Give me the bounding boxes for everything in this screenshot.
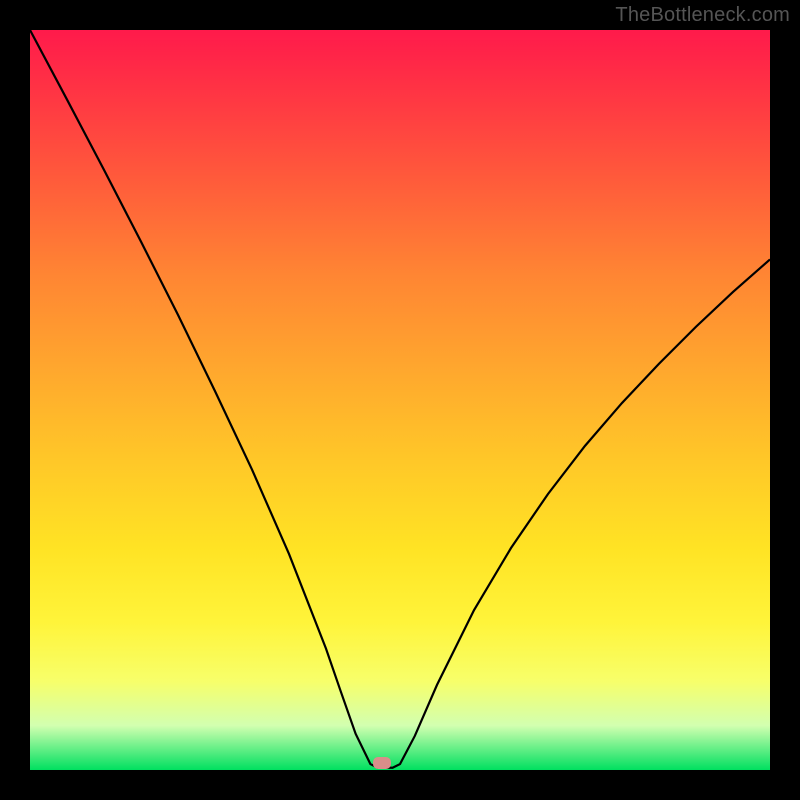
plot-outer: [30, 30, 770, 770]
chart-frame: TheBottleneck.com: [0, 0, 800, 800]
watermark-text: TheBottleneck.com: [615, 4, 790, 27]
bottleneck-curve: [30, 30, 770, 770]
curve-path: [30, 30, 770, 768]
optimal-marker: [373, 757, 391, 769]
plot-area: [30, 30, 770, 770]
